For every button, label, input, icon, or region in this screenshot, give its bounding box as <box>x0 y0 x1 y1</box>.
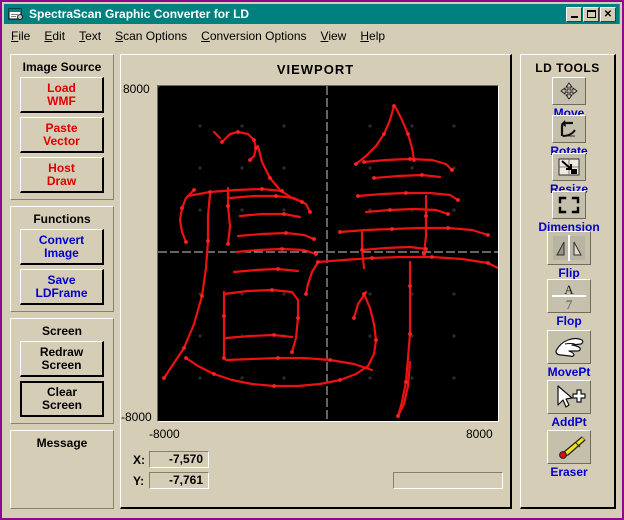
tool-eraser-label: Eraser <box>550 465 588 479</box>
tool-movept[interactable]: MovePt <box>521 330 617 379</box>
close-button[interactable]: ✕ <box>600 6 616 22</box>
save-ldframe-label-2: LDFrame <box>35 285 88 300</box>
maximize-button[interactable] <box>583 6 599 22</box>
menu-item-view[interactable]: View <box>314 27 354 45</box>
menu-item-text[interactable]: Text <box>72 27 108 45</box>
dimension-corners-icon[interactable] <box>552 191 586 219</box>
tool-eraser[interactable]: Eraser <box>521 430 617 479</box>
functions-title: Functions <box>33 212 91 226</box>
clear-screen-button[interactable]: Clear Screen <box>20 381 104 417</box>
host-draw-button[interactable]: Host Draw <box>20 157 104 193</box>
glyph-year-trace <box>304 104 498 418</box>
save-ldframe-button[interactable]: Save LDFrame <box>20 269 104 305</box>
window-controls: ✕ <box>566 6 616 22</box>
redraw-screen-label-2: Screen <box>41 357 82 372</box>
screen-group: Screen Redraw Screen Clear Screen <box>10 318 114 424</box>
coord-y-row: Y: -7,761 <box>133 472 209 489</box>
viewport-title: VIEWPORT <box>276 62 355 77</box>
menu-item-scan-options[interactable]: Scan Options <box>108 27 194 45</box>
menu-item-file[interactable]: FFileile <box>4 27 37 45</box>
tool-move[interactable]: Move <box>521 77 617 120</box>
ld-tools-panel: LD TOOLS Move Rotate Resize Dimension Fl… <box>520 54 616 509</box>
load-wmf-button[interactable]: Load WMF <box>20 77 104 113</box>
svg-text:7: 7 <box>566 297 573 311</box>
menu-item-conversion-options[interactable]: Conversion Options <box>194 27 313 45</box>
redraw-screen-label-1: Redraw <box>39 344 84 359</box>
image-source-group: Image Source Load WMF Paste Vector Host … <box>10 54 114 200</box>
hand-point-icon[interactable] <box>547 330 591 364</box>
tool-movept-label: MovePt <box>547 365 591 379</box>
save-ldframe-label-1: Save <box>47 272 76 287</box>
cursor-plus-icon[interactable] <box>547 380 591 414</box>
redraw-screen-button[interactable]: Redraw Screen <box>20 341 104 377</box>
paste-vector-label-2: Vector <box>43 133 80 148</box>
screen-title: Screen <box>41 324 83 338</box>
convert-image-label-2: Image <box>44 245 79 260</box>
host-draw-label-2: Draw <box>46 173 77 188</box>
tool-flip[interactable]: Flip <box>521 231 617 280</box>
four-way-arrow-icon[interactable] <box>552 77 586 105</box>
eraser-pencil-icon[interactable] <box>547 430 591 464</box>
rotate-arrow-icon[interactable] <box>552 115 586 143</box>
y-min-label: -8000 <box>121 410 152 424</box>
ld-tools-title: LD TOOLS <box>535 61 600 75</box>
viewport-panel: VIEWPORT 8000 -8000 -8000 8000 X: -7,570… <box>120 54 512 509</box>
tool-flop[interactable]: A 7 Flop <box>521 279 617 328</box>
message-title: Message <box>36 436 88 450</box>
coord-y-label: Y: <box>133 473 145 488</box>
convert-image-label-1: Convert <box>38 232 85 247</box>
status-text <box>394 473 502 475</box>
tool-dimension[interactable]: Dimension <box>521 191 617 234</box>
paste-vector-label-1: Paste <box>45 120 78 135</box>
laser-frame-drawing <box>158 86 498 421</box>
paste-vector-button[interactable]: Paste Vector <box>20 117 104 153</box>
y-max-label: 8000 <box>123 82 150 96</box>
tool-addpt[interactable]: AddPt <box>521 380 617 429</box>
host-draw-label-1: Host <box>48 160 75 175</box>
left-panel: Image Source Load WMF Paste Vector Host … <box>10 54 114 509</box>
tool-addpt-label: AddPt <box>551 415 587 429</box>
minimize-button[interactable] <box>566 6 582 22</box>
flip-horizontal-icon[interactable] <box>547 231 591 265</box>
menu-item-help[interactable]: Help <box>353 27 392 45</box>
status-field <box>393 472 503 489</box>
tool-rotate[interactable]: Rotate <box>521 115 617 158</box>
clear-screen-label-2: Screen <box>41 398 83 412</box>
functions-group: Functions Convert Image Save LDFrame <box>10 206 114 312</box>
coord-x-value: -7,570 <box>149 451 209 468</box>
tool-resize[interactable]: Resize <box>521 153 617 196</box>
x-min-label: -8000 <box>149 427 180 441</box>
image-source-title: Image Source <box>22 60 102 74</box>
svg-text:A: A <box>564 282 574 297</box>
x-max-label: 8000 <box>466 427 493 441</box>
viewport-canvas[interactable] <box>157 85 499 422</box>
grid-ticks <box>158 86 457 381</box>
message-group: Message <box>10 430 114 509</box>
coord-y-value: -7,761 <box>149 472 209 489</box>
coord-x-row: X: -7,570 <box>133 451 209 468</box>
load-wmf-label-2: WMF <box>47 93 76 108</box>
menu-bar: FFileile Edit Text Scan Options Conversi… <box>4 26 620 45</box>
app-window-icon <box>8 7 24 21</box>
window-title: SpectraScan Graphic Converter for LD <box>29 7 250 21</box>
flop-vertical-icon[interactable]: A 7 <box>547 279 591 313</box>
title-bar[interactable]: SpectraScan Graphic Converter for LD ✕ <box>4 4 620 24</box>
tool-flip-label: Flip <box>558 266 580 280</box>
menu-item-edit[interactable]: Edit <box>37 27 72 45</box>
resize-arrow-icon[interactable] <box>552 153 586 181</box>
application-window: SpectraScan Graphic Converter for LD ✕ F… <box>0 0 624 520</box>
convert-image-button[interactable]: Convert Image <box>20 229 104 265</box>
load-wmf-label-1: Load <box>47 80 76 95</box>
coord-x-label: X: <box>133 452 145 467</box>
tool-flop-label: Flop <box>556 314 582 328</box>
